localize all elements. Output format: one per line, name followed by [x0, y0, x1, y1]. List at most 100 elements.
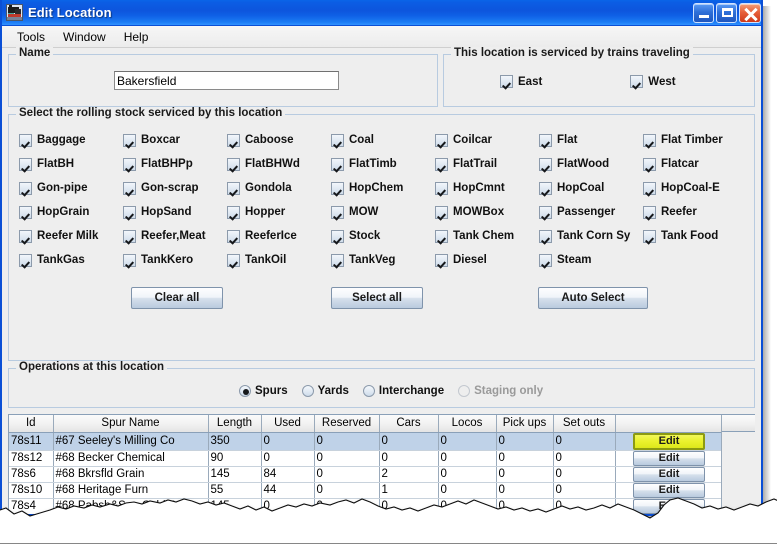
column-header-actions[interactable] — [615, 415, 721, 432]
checkbox-label: Hopper — [245, 206, 285, 218]
checkbox-coal[interactable]: Coal — [331, 128, 435, 152]
checkbox-label: HopCoal — [557, 182, 604, 194]
table-row[interactable]: 78s12#68 Becker Chemical90000000Edit — [9, 450, 721, 466]
cell-set-outs: 0 — [553, 482, 615, 498]
edit-button[interactable]: Edit — [633, 483, 705, 498]
cell-length: 350 — [208, 432, 261, 450]
menu-help[interactable]: Help — [115, 28, 158, 46]
checkbox-east[interactable]: East — [500, 75, 542, 88]
column-header-cars[interactable]: Cars — [379, 415, 438, 432]
radio-spurs[interactable]: Spurs — [239, 385, 288, 397]
menu-tools[interactable]: Tools — [8, 28, 54, 46]
checkbox-box — [19, 182, 32, 195]
location-name-input[interactable] — [114, 71, 339, 90]
checkbox-box — [643, 182, 656, 195]
checkbox-flatwood[interactable]: FlatWood — [539, 152, 643, 176]
checkbox-tank-chem[interactable]: Tank Chem — [435, 224, 539, 248]
checkbox-box — [435, 254, 448, 267]
checkbox-flattrail[interactable]: FlatTrail — [435, 152, 539, 176]
checkbox-steam[interactable]: Steam — [539, 248, 643, 272]
checkbox-hopcoal-e[interactable]: HopCoal-E — [643, 176, 747, 200]
radio-interchange[interactable]: Interchange — [363, 385, 444, 397]
checkbox-gondola[interactable]: Gondola — [227, 176, 331, 200]
checkbox-hopgrain[interactable]: HopGrain — [19, 200, 123, 224]
checkbox-label: Diesel — [453, 254, 487, 266]
checkbox-reeferice[interactable]: ReeferIce — [227, 224, 331, 248]
checkbox-tankoil[interactable]: TankOil — [227, 248, 331, 272]
checkbox-hopcmnt[interactable]: HopCmnt — [435, 176, 539, 200]
checkbox-label: Stock — [349, 230, 380, 242]
checkbox-hopchem[interactable]: HopChem — [331, 176, 435, 200]
edit-button[interactable]: Edit — [633, 433, 705, 450]
checkbox-hopcoal[interactable]: HopCoal — [539, 176, 643, 200]
checkbox-stock[interactable]: Stock — [331, 224, 435, 248]
checkbox-tankveg[interactable]: TankVeg — [331, 248, 435, 272]
column-header-used[interactable]: Used — [261, 415, 314, 432]
checkbox-diesel[interactable]: Diesel — [435, 248, 539, 272]
checkbox-flat-timber[interactable]: Flat Timber — [643, 128, 747, 152]
column-header-length[interactable]: Length — [208, 415, 261, 432]
checkbox-hopsand[interactable]: HopSand — [123, 200, 227, 224]
table-row[interactable]: 78s5#80,81 Bkrsfld Oil4788402000Edit — [9, 514, 721, 516]
column-header-id[interactable]: Id — [9, 415, 53, 432]
checkbox-reefer[interactable]: Reefer — [643, 200, 747, 224]
checkbox-flatbhpp[interactable]: FlatBHPp — [123, 152, 227, 176]
column-header-spur-name[interactable]: Spur Name — [53, 415, 208, 432]
close-button[interactable] — [739, 3, 761, 23]
edit-button[interactable]: Edit — [633, 515, 705, 517]
cell-spur-name: #68 Heritage Furn — [53, 482, 208, 498]
checkbox-tank-corn-sy[interactable]: Tank Corn Sy — [539, 224, 643, 248]
checkbox-box — [227, 134, 240, 147]
checkbox-gon-pipe[interactable]: Gon-pipe — [19, 176, 123, 200]
checkbox-passenger[interactable]: Passenger — [539, 200, 643, 224]
cell-used: 84 — [261, 466, 314, 482]
table-row[interactable]: 78s10#68 Heritage Furn554401000Edit — [9, 482, 721, 498]
cell-pick-ups: 0 — [496, 514, 553, 516]
edit-button[interactable]: Edit — [633, 451, 705, 466]
column-header-reserved[interactable]: Reserved — [314, 415, 379, 432]
checkbox-flatbhwd[interactable]: FlatBHWd — [227, 152, 331, 176]
edit-button[interactable]: Edit — [633, 467, 705, 482]
checkbox-tank-food[interactable]: Tank Food — [643, 224, 747, 248]
checkbox-mow[interactable]: MOW — [331, 200, 435, 224]
checkbox-flat[interactable]: Flat — [539, 128, 643, 152]
select-all-button[interactable]: Select all — [331, 287, 423, 309]
checkbox-hopper[interactable]: Hopper — [227, 200, 331, 224]
checkbox-baggage[interactable]: Baggage — [19, 128, 123, 152]
checkbox-west[interactable]: West — [630, 75, 675, 88]
name-panel-legend: Name — [16, 47, 53, 59]
checkbox-gon-scrap[interactable]: Gon-scrap — [123, 176, 227, 200]
checkbox-reefer-milk[interactable]: Reefer Milk — [19, 224, 123, 248]
cell-cars: 0 — [379, 432, 438, 450]
auto-select-button[interactable]: Auto Select — [538, 287, 648, 309]
cell-actions: Edit — [615, 498, 721, 514]
minimize-button[interactable] — [693, 3, 714, 23]
table-right-filler — [721, 415, 755, 516]
checkbox-coilcar[interactable]: Coilcar — [435, 128, 539, 152]
checkbox-boxcar[interactable]: Boxcar — [123, 128, 227, 152]
table-row[interactable]: 78s6#68 Bkrsfld Grain1458402000Edit — [9, 466, 721, 482]
checkbox-mowbox[interactable]: MOWBox — [435, 200, 539, 224]
checkbox-reefer-meat[interactable]: Reefer,Meat — [123, 224, 227, 248]
checkbox-caboose[interactable]: Caboose — [227, 128, 331, 152]
radio-yards[interactable]: Yards — [302, 385, 349, 397]
edit-button[interactable]: Edit — [633, 499, 705, 514]
table-row[interactable]: 78s4#68 Pabsb&Son Cold Strge145000000Edi… — [9, 498, 721, 514]
cell-actions: Edit — [615, 450, 721, 466]
checkbox-flatbh[interactable]: FlatBH — [19, 152, 123, 176]
maximize-button[interactable] — [716, 3, 737, 23]
clear-all-button[interactable]: Clear all — [131, 287, 223, 309]
checkbox-tankgas[interactable]: TankGas — [19, 248, 123, 272]
cell-pick-ups: 0 — [496, 498, 553, 514]
checkbox-tankkero[interactable]: TankKero — [123, 248, 227, 272]
checkbox-flatcar[interactable]: Flatcar — [643, 152, 747, 176]
checkbox-box — [643, 134, 656, 147]
title-bar[interactable]: Edit Location — [2, 0, 763, 26]
menu-window[interactable]: Window — [54, 28, 115, 46]
checkbox-box — [331, 230, 344, 243]
column-header-pick-ups[interactable]: Pick ups — [496, 415, 553, 432]
checkbox-flattimb[interactable]: FlatTimb — [331, 152, 435, 176]
table-row[interactable]: 78s11#67 Seeley's Milling Co350000000Edi… — [9, 432, 721, 450]
column-header-locos[interactable]: Locos — [438, 415, 496, 432]
column-header-set-outs[interactable]: Set outs — [553, 415, 615, 432]
